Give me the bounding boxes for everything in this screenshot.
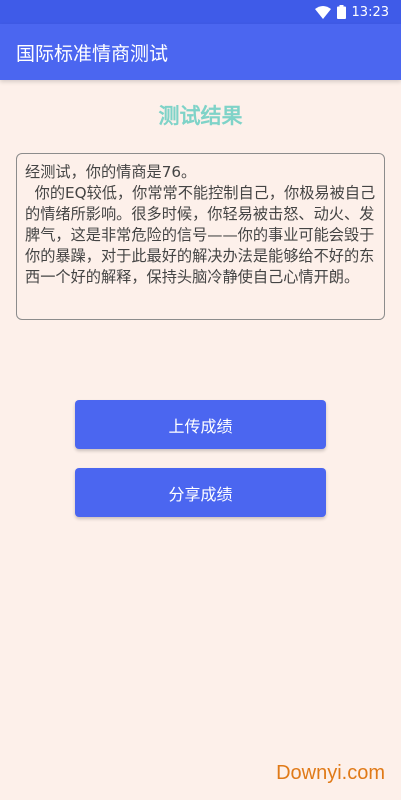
result-text-box: 经测试，你的情商是76。 你的EQ较低，你常常不能控制自己，你极易被自己的情绪所… [16,153,385,320]
result-summary: 经测试，你的情商是76。 [25,163,197,181]
app-title: 国际标准情商测试 [16,42,169,65]
watermark-logo: Downyi.com [276,762,385,784]
status-time: 13:23 [351,4,389,20]
result-description: 你的EQ较低，你常常不能控制自己，你极易被自己的情绪所影响。很多时候，你轻易被击… [25,184,376,286]
upload-score-button[interactable]: 上传成绩 [75,400,326,449]
app-bar: 国际标准情商测试 [0,24,401,80]
status-bar: 13:23 [0,0,401,24]
result-title: 测试结果 [158,104,243,128]
wifi-icon [314,5,331,19]
share-score-button[interactable]: 分享成绩 [75,468,326,517]
battery-icon [336,5,346,19]
